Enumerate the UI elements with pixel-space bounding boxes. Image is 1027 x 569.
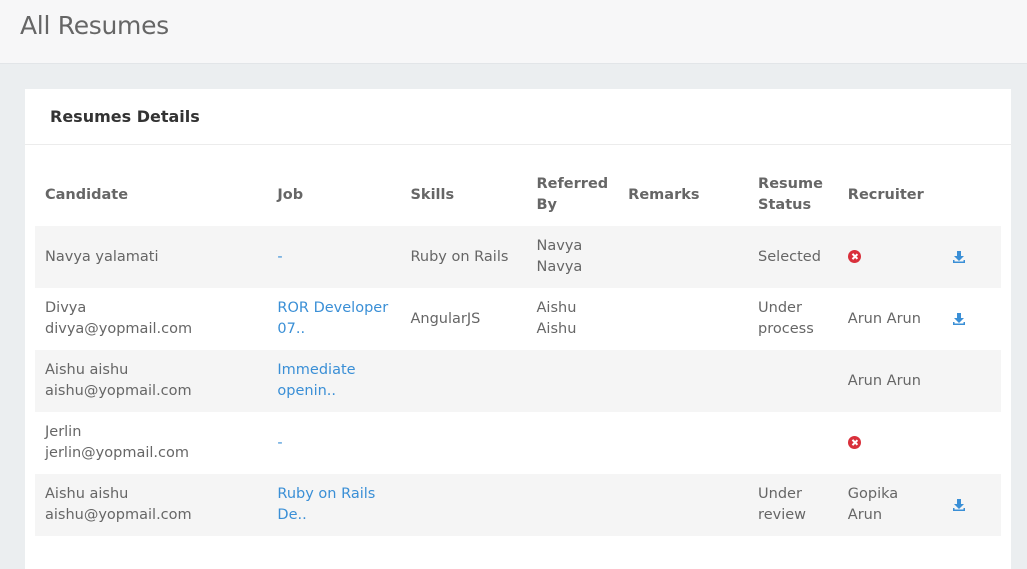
download-cell [942, 288, 1001, 350]
candidate-name: Navya yalamati [45, 248, 159, 265]
candidate-name: Aishu aishu [45, 362, 129, 378]
remarks-cell [618, 474, 748, 536]
skills-cell [400, 350, 526, 412]
recruiter-cell [838, 226, 943, 288]
candidate-cell: Aishu aishu aishu@yopmail.com [35, 474, 267, 536]
download-icon[interactable] [952, 250, 966, 264]
download-cell [942, 226, 1001, 288]
download-cell [942, 412, 1001, 474]
header-actions [942, 164, 1001, 226]
referred-by-cell [527, 350, 619, 412]
table-row: Jerlin jerlin@yopmail.com - [35, 412, 1001, 474]
card-header: Resumes Details [25, 89, 1011, 145]
candidate-cell: Aishu aishu aishu@yopmail.com [35, 350, 267, 412]
job-cell: ROR Developer 07.. [267, 288, 400, 350]
table-header-row: Candidate Job Skills Referred By Remarks… [35, 164, 1001, 226]
job-cell: Ruby on Rails De.. [267, 474, 400, 536]
header-candidate: Candidate [45, 186, 129, 203]
candidate-name: Divya [45, 300, 87, 316]
referred-by-cell: Navya Navya [536, 238, 583, 275]
header-recruiter: Recruiter [847, 186, 924, 203]
candidate-cell: Jerlin jerlin@yopmail.com [35, 412, 267, 474]
resumes-card: Resumes Details Candidate Job Skills Ref… [25, 89, 1011, 569]
recruiter-cell: Gopika Arun [847, 486, 899, 523]
skills-cell: AngularJS [410, 310, 481, 327]
skills-cell [400, 412, 526, 474]
job-cell: - [267, 226, 400, 288]
job-link[interactable]: Immediate openin.. [277, 362, 355, 399]
table-row: Aishu aishu aishu@yopmail.com Ruby on Ra… [35, 474, 1001, 536]
table-row: Divya divya@yopmail.com ROR Developer 07… [35, 288, 1001, 350]
table-row: Aishu aishu aishu@yopmail.com Immediate … [35, 350, 1001, 412]
page-header: All Resumes [0, 0, 1027, 64]
card-title: Resumes Details [50, 107, 200, 126]
job-cell: - [267, 412, 400, 474]
referred-by-cell: Aishu Aishu [536, 300, 577, 337]
recruiter-cell: Arun Arun [847, 310, 921, 327]
header-skills: Skills [410, 186, 455, 203]
skills-cell: Ruby on Rails [410, 248, 509, 265]
job-link[interactable]: Ruby on Rails De.. [277, 486, 375, 523]
status-cell [748, 350, 838, 412]
header-job: Job [277, 186, 304, 203]
job-cell: Immediate openin.. [267, 350, 400, 412]
header-referred-by: Referred By [536, 176, 609, 213]
candidate-name: Jerlin [45, 424, 82, 440]
header-remarks: Remarks [628, 186, 700, 203]
job-link[interactable]: - [277, 435, 282, 451]
referred-by-cell [527, 412, 619, 474]
table-row: Navya yalamati - Ruby on Rails Navya Nav… [35, 226, 1001, 288]
candidate-email: divya@yopmail.com [45, 321, 193, 337]
candidate-cell: Divya divya@yopmail.com [35, 288, 267, 350]
download-icon[interactable] [952, 312, 966, 326]
referred-by-cell [527, 474, 619, 536]
header-resume-status: Resume Status [758, 176, 823, 213]
skills-cell [400, 474, 526, 536]
status-cell: Under review [758, 486, 807, 523]
remarks-cell [618, 412, 748, 474]
download-cell [942, 350, 1001, 412]
status-cell: Under process [758, 300, 814, 337]
job-link[interactable]: - [277, 249, 282, 265]
resumes-table: Candidate Job Skills Referred By Remarks… [35, 164, 1001, 536]
times-circle-icon[interactable] [847, 250, 861, 263]
remarks-cell [618, 350, 748, 412]
job-link[interactable]: ROR Developer 07.. [277, 300, 388, 337]
download-cell [942, 474, 1001, 536]
status-cell: Selected [758, 248, 821, 265]
candidate-name: Aishu aishu [45, 486, 129, 502]
times-circle-icon[interactable] [847, 436, 861, 449]
remarks-cell [618, 288, 748, 350]
remarks-cell [618, 226, 748, 288]
page-title: All Resumes [20, 11, 169, 40]
candidate-cell: Navya yalamati [35, 226, 267, 288]
candidate-email: aishu@yopmail.com [45, 507, 192, 523]
status-cell [748, 412, 838, 474]
candidate-email: jerlin@yopmail.com [45, 445, 189, 461]
candidate-email: aishu@yopmail.com [45, 383, 192, 399]
recruiter-cell [838, 412, 943, 474]
recruiter-cell: Arun Arun [847, 372, 921, 389]
download-icon[interactable] [952, 498, 966, 512]
